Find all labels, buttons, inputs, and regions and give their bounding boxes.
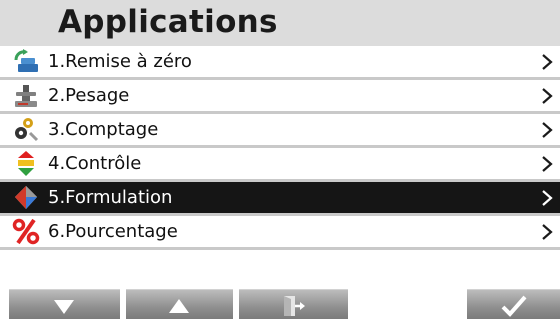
menu-item-remise-a-zero[interactable]: 1.Remise à zéro xyxy=(0,46,560,80)
menu-item-formulation[interactable]: 5.Formulation xyxy=(0,182,560,216)
chevron-right-icon xyxy=(542,190,553,206)
title-bar: Applications xyxy=(0,0,560,46)
confirm-button[interactable] xyxy=(467,289,560,319)
exit-button[interactable] xyxy=(239,289,348,319)
menu-item-comptage[interactable]: 3.Comptage xyxy=(0,114,560,148)
chevron-right-icon xyxy=(542,224,553,240)
chevron-right-icon xyxy=(542,88,553,104)
percent-icon xyxy=(12,218,40,245)
menu-item-controle[interactable]: 4.Contrôle xyxy=(0,148,560,182)
menu-item-pourcentage[interactable]: 6.Pourcentage xyxy=(0,216,560,250)
application-menu: 1.Remise à zéro 2.Pesage 3.Comptage 4.Co… xyxy=(0,46,560,250)
checkmark-icon xyxy=(501,295,527,317)
exit-icon xyxy=(284,296,305,316)
scroll-down-button[interactable] xyxy=(9,289,120,319)
arrow-up-icon xyxy=(169,299,189,313)
menu-item-pesage[interactable]: 2.Pesage xyxy=(0,80,560,114)
soft-key-toolbar xyxy=(0,289,560,319)
arrow-down-icon xyxy=(54,300,74,314)
menu-item-label: 1.Remise à zéro xyxy=(48,51,192,72)
parts-counting-icon xyxy=(15,118,39,142)
menu-item-label: 6.Pourcentage xyxy=(48,221,178,242)
chevron-right-icon xyxy=(542,54,553,70)
applications-screen: Applications 1.Remise à zéro 2.Pesage 3.… xyxy=(0,0,560,319)
page-title: Applications xyxy=(58,4,278,40)
chevron-right-icon xyxy=(542,156,553,172)
scroll-up-button[interactable] xyxy=(126,289,233,319)
menu-item-label: 5.Formulation xyxy=(48,187,173,208)
menu-item-label: 2.Pesage xyxy=(48,85,130,106)
menu-item-label: 3.Comptage xyxy=(48,119,159,140)
check-weighing-icon xyxy=(18,151,34,176)
tare-icon xyxy=(14,49,38,72)
weighing-icon xyxy=(15,85,37,107)
chevron-right-icon xyxy=(542,122,553,138)
menu-item-label: 4.Contrôle xyxy=(48,153,142,174)
formulation-icon xyxy=(15,186,37,209)
